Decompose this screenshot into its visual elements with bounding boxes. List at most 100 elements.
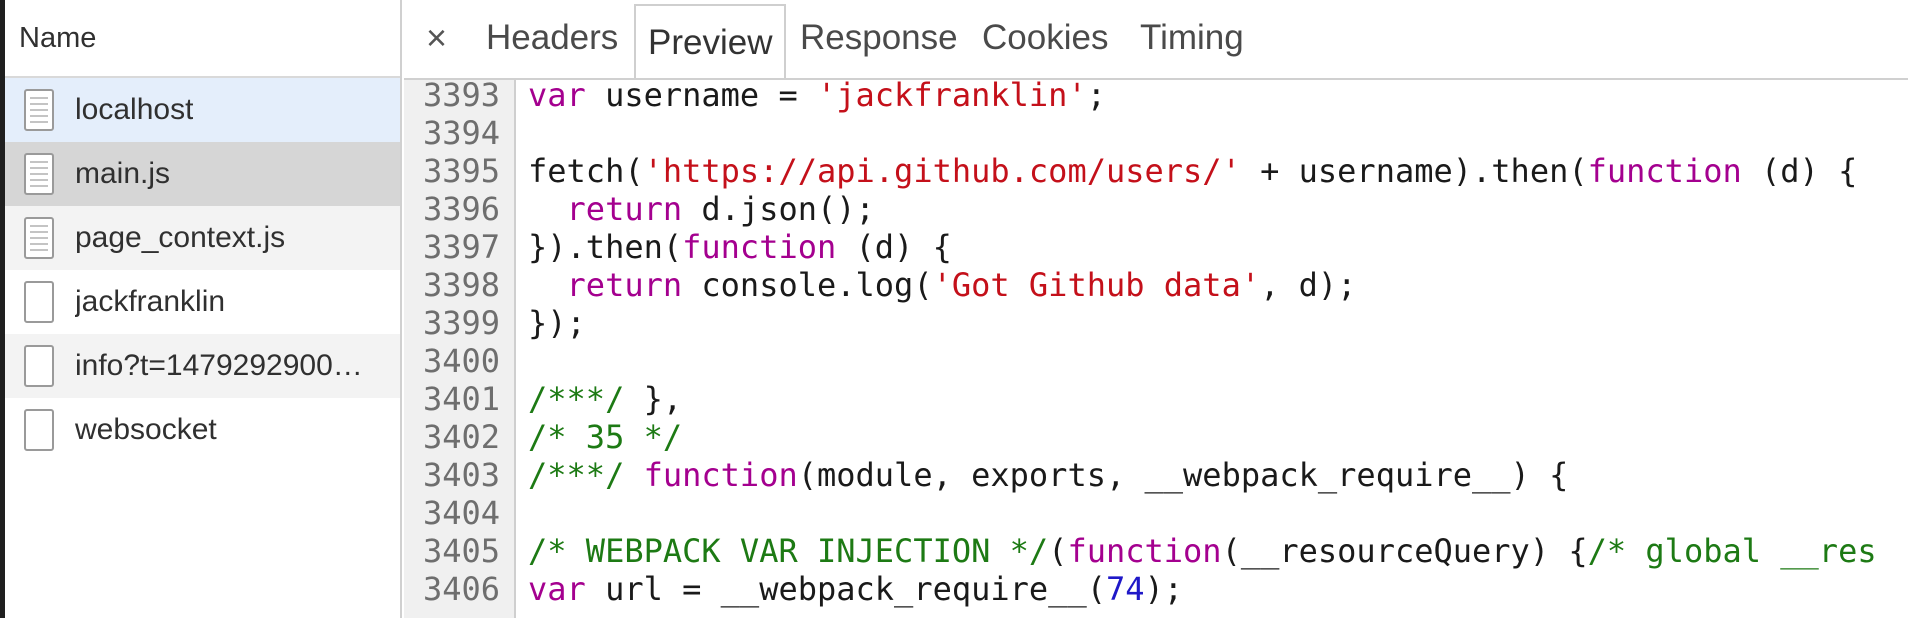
request-name: page_context.js bbox=[75, 221, 286, 254]
tab-timing[interactable]: Timing bbox=[1140, 16, 1244, 60]
close-icon[interactable]: × bbox=[426, 18, 447, 58]
code-line: 3402 /* 35 */ bbox=[404, 418, 1908, 456]
request-row[interactable]: page_context.js bbox=[5, 206, 400, 270]
line-number: 3397 bbox=[422, 228, 500, 266]
line-number: 3400 bbox=[422, 342, 500, 380]
code-text: fetch('https://api.github.com/users/' + … bbox=[528, 152, 1857, 190]
line-number: 3396 bbox=[422, 190, 500, 228]
document-icon bbox=[24, 153, 54, 195]
blank-file-icon bbox=[24, 281, 54, 323]
request-row[interactable]: localhost bbox=[5, 78, 400, 142]
request-name: jackfranklin bbox=[75, 285, 226, 318]
line-number: 3394 bbox=[422, 114, 500, 152]
line-number: 3395 bbox=[422, 152, 500, 190]
line-number: 3393 bbox=[422, 80, 500, 114]
request-row[interactable]: main.js bbox=[5, 142, 400, 206]
tab-preview[interactable]: Preview bbox=[634, 4, 787, 78]
code-token: (__resourceQuery) { bbox=[1221, 532, 1588, 570]
line-number: 3398 bbox=[422, 266, 500, 304]
blank-file-icon bbox=[24, 409, 54, 451]
request-name: info?t=1479292900… bbox=[75, 349, 363, 382]
tab-headers[interactable]: Headers bbox=[486, 16, 618, 60]
line-number: 3401 bbox=[422, 380, 500, 418]
line-number: 3402 bbox=[422, 418, 500, 456]
code-text: var url = __webpack_require__(74); bbox=[528, 570, 1183, 608]
line-number: 3406 bbox=[422, 570, 500, 608]
code-token: var bbox=[528, 80, 586, 114]
tab-response[interactable]: Response bbox=[800, 16, 958, 60]
code-line: 3398 return console.log('Got Github data… bbox=[404, 266, 1908, 304]
code-text: var username = 'jackfranklin'; bbox=[528, 80, 1106, 114]
code-line: 3397 }).then(function (d) { bbox=[404, 228, 1908, 266]
request-row[interactable]: jackfranklin bbox=[5, 270, 400, 334]
blank-file-icon bbox=[24, 345, 54, 387]
name-column-label: Name bbox=[19, 21, 97, 54]
code-text: /* WEBPACK VAR INJECTION */(function(__r… bbox=[528, 532, 1877, 570]
code-line: 3406 var url = __webpack_require__(74); bbox=[404, 570, 1908, 608]
code-line: 3400 bbox=[404, 342, 1908, 380]
request-row[interactable]: websocket bbox=[5, 398, 400, 462]
code-token: /***/ bbox=[528, 456, 625, 494]
code-token: function bbox=[643, 456, 798, 494]
code-token: function bbox=[1067, 532, 1222, 570]
code-token: url = __webpack_require__( bbox=[585, 570, 1106, 608]
line-number: 3399 bbox=[422, 304, 500, 342]
code-token: 'Got Github data' bbox=[932, 266, 1261, 304]
code-token: /* 35 */ bbox=[528, 418, 683, 456]
code-token: function bbox=[1587, 152, 1742, 190]
code-token: (d) { bbox=[1741, 152, 1858, 190]
code-token: /* WEBPACK VAR INJECTION */ bbox=[528, 532, 1049, 570]
code-token: (d) { bbox=[836, 228, 952, 266]
code-token: 'jackfranklin' bbox=[816, 80, 1087, 114]
code-text: }).then(function (d) { bbox=[528, 228, 952, 266]
code-text: return d.json(); bbox=[528, 190, 875, 228]
code-token: ); bbox=[1144, 570, 1184, 608]
code-token: , d); bbox=[1260, 266, 1357, 304]
code-text: /***/ }, bbox=[528, 380, 682, 418]
code-line: 3404 bbox=[404, 494, 1908, 532]
code-token: 'https://api.github.com/users/' bbox=[643, 152, 1241, 190]
line-number: 3403 bbox=[422, 456, 500, 494]
document-icon bbox=[24, 89, 54, 131]
line-number: 3404 bbox=[422, 494, 500, 532]
code-text: return console.log('Got Github data', d)… bbox=[528, 266, 1357, 304]
code-token: var bbox=[528, 570, 586, 608]
line-number: 3405 bbox=[422, 532, 500, 570]
request-list-panel: Name localhost main.js page_context.jsjack… bbox=[5, 0, 402, 618]
request-name: websocket bbox=[75, 413, 217, 446]
code-token: function bbox=[682, 228, 837, 266]
code-token: d.json(); bbox=[682, 190, 875, 228]
code-preview[interactable]: 3393 var username = 'jackfranklin'; 3394 33… bbox=[404, 80, 1908, 618]
code-line: 3405 /* WEBPACK VAR INJECTION */(function… bbox=[404, 532, 1908, 570]
code-token: }).then( bbox=[528, 228, 683, 266]
document-icon bbox=[24, 217, 54, 259]
detail-tabbar: × Headers Preview Response Cookies Timin… bbox=[404, 0, 1908, 80]
code-token: (module, exports, __webpack_require__) { bbox=[797, 456, 1569, 494]
tab-cookies[interactable]: Cookies bbox=[982, 16, 1108, 60]
code-token: username = bbox=[585, 80, 817, 114]
code-line: 3399}); bbox=[404, 304, 1908, 342]
code-text: }); bbox=[528, 304, 586, 342]
code-line: 3403 /***/ function(module, exports, __we… bbox=[404, 456, 1908, 494]
code-line: 3401 /***/ }, bbox=[404, 380, 1908, 418]
name-column-header[interactable]: Name bbox=[5, 0, 400, 78]
request-detail-panel: × Headers Preview Response Cookies Timin… bbox=[404, 0, 1908, 618]
code-line: 3396 return d.json(); bbox=[404, 190, 1908, 228]
code-token: console.log( bbox=[682, 266, 933, 304]
code-token: 74 bbox=[1105, 570, 1145, 608]
code-token: /***/ bbox=[528, 380, 625, 418]
code-token: fetch( bbox=[528, 152, 644, 190]
request-row[interactable]: info?t=1479292900… bbox=[5, 334, 400, 398]
code-text: /***/ function(module, exports, __webpac… bbox=[528, 456, 1568, 494]
code-token: return bbox=[566, 266, 683, 304]
code-line: 3394 bbox=[404, 114, 1908, 152]
code-token: return bbox=[566, 190, 683, 228]
code-token: /* global __res bbox=[1587, 532, 1877, 570]
code-token: + username).then( bbox=[1240, 152, 1588, 190]
code-token: ( bbox=[1048, 532, 1068, 570]
code-line: 3393 var username = 'jackfranklin'; bbox=[404, 80, 1908, 114]
code-line: 3395 fetch('https://api.github.com/users/… bbox=[404, 152, 1908, 190]
